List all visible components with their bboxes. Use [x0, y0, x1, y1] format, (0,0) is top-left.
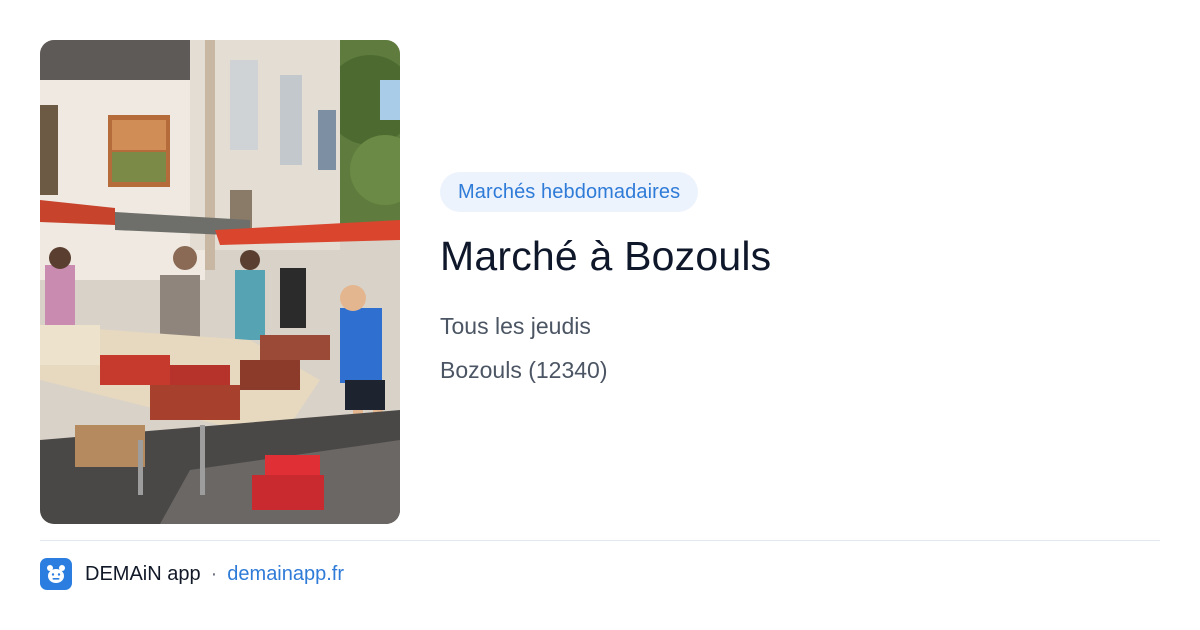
footer-separator: ·	[210, 562, 218, 585]
market-info: Marchés hebdomadaires Marché à Bozouls T…	[440, 172, 1160, 384]
footer: DEMAiN app · demainapp.fr	[40, 558, 344, 590]
app-name: DEMAiN app	[85, 562, 201, 585]
location-text: Bozouls (12340)	[440, 357, 608, 383]
category-badge[interactable]: Marchés hebdomadaires	[440, 172, 699, 212]
market-photo	[40, 40, 400, 524]
page-title: Marché à Bozouls	[440, 233, 772, 279]
market-photo-illustration	[40, 40, 400, 524]
schedule-text: Tous les jeudis	[440, 313, 591, 339]
site-link[interactable]: demainapp.fr	[227, 563, 344, 586]
demain-app-icon	[40, 558, 72, 590]
footer-divider	[40, 540, 1160, 541]
